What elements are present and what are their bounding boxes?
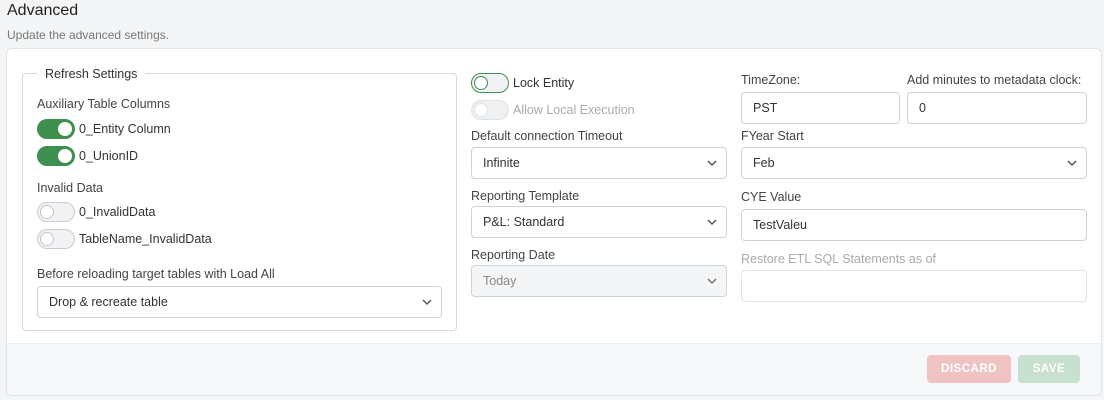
chevron-down-icon: [698, 275, 726, 287]
tablename-invalid-toggle[interactable]: [37, 229, 75, 249]
chevron-down-icon: [698, 216, 726, 228]
minutes-input[interactable]: 0: [907, 92, 1087, 124]
entity-column-toggle[interactable]: [37, 119, 75, 139]
page-title: Advanced: [7, 2, 79, 19]
lock-entity-label: Lock Entity: [513, 76, 575, 90]
settings-card: Refresh Settings Auxiliary Table Columns…: [6, 48, 1102, 396]
union-id-toggle-row[interactable]: 0_UnionID: [37, 146, 138, 166]
invalid-data-toggle-label: 0_InvalidData: [79, 205, 156, 219]
toggle-knob: [474, 76, 488, 90]
invalid-data-toggle[interactable]: [37, 202, 75, 222]
chevron-down-icon: [413, 296, 441, 308]
aux-columns-label: Auxiliary Table Columns: [37, 97, 171, 111]
toggle-knob: [58, 122, 72, 136]
template-select[interactable]: P&L: Standard: [471, 206, 727, 238]
allow-local-toggle: [471, 100, 509, 120]
timezone-value: PST: [753, 101, 778, 115]
template-label: Reporting Template: [471, 189, 580, 203]
card-footer: DISCARD SAVE: [7, 343, 1101, 395]
refresh-settings-legend: Refresh Settings: [37, 67, 146, 81]
union-id-toggle[interactable]: [37, 146, 75, 166]
tablename-invalid-label: TableName_InvalidData: [79, 232, 212, 246]
timeout-select[interactable]: Infinite: [471, 147, 727, 179]
tablename-invalid-toggle-row[interactable]: TableName_InvalidData: [37, 229, 212, 249]
date-select: Today: [471, 265, 727, 297]
cye-value: TestValeu: [753, 218, 807, 232]
restore-label: Restore ETL SQL Statements as of: [741, 252, 936, 266]
cye-input[interactable]: TestValeu: [741, 209, 1087, 241]
chevron-down-icon: [698, 157, 726, 169]
timezone-label: TimeZone:: [741, 73, 801, 87]
toggle-knob: [40, 232, 54, 246]
timezone-input[interactable]: PST: [741, 92, 900, 124]
minutes-value: 0: [919, 101, 926, 115]
allow-local-toggle-row: Allow Local Execution: [471, 100, 635, 120]
reload-label: Before reloading target tables with Load…: [37, 267, 275, 281]
fyear-select-value: Feb: [753, 156, 775, 170]
fyear-select[interactable]: Feb: [741, 147, 1087, 179]
entity-column-toggle-row[interactable]: 0_Entity Column: [37, 119, 171, 139]
invalid-data-toggle-row[interactable]: 0_InvalidData: [37, 202, 155, 222]
toggle-knob: [40, 205, 54, 219]
fyear-label: FYear Start: [741, 129, 804, 143]
discard-button[interactable]: DISCARD: [927, 355, 1011, 383]
lock-entity-toggle[interactable]: [471, 73, 509, 93]
restore-input: [741, 270, 1087, 302]
refresh-settings-group: Refresh Settings Auxiliary Table Columns…: [22, 67, 457, 331]
timeout-label: Default connection Timeout: [471, 129, 623, 143]
date-label: Reporting Date: [471, 248, 556, 262]
reload-select-value: Drop & recreate table: [49, 295, 168, 309]
timeout-select-value: Infinite: [483, 156, 520, 170]
toggle-knob: [474, 103, 488, 117]
template-select-value: P&L: Standard: [483, 215, 565, 229]
reload-select[interactable]: Drop & recreate table: [37, 286, 442, 318]
entity-column-label: 0_Entity Column: [79, 122, 171, 136]
save-button[interactable]: SAVE: [1018, 355, 1080, 383]
chevron-down-icon: [1058, 157, 1086, 169]
invalid-data-label: Invalid Data: [37, 181, 104, 195]
cye-label: CYE Value: [741, 190, 802, 204]
lock-entity-toggle-row[interactable]: Lock Entity: [471, 73, 574, 93]
union-id-label: 0_UnionID: [79, 149, 139, 163]
page-subtitle: Update the advanced settings.: [7, 28, 170, 42]
date-select-value: Today: [483, 274, 517, 288]
minutes-label: Add minutes to metadata clock:: [907, 73, 1082, 87]
toggle-knob: [58, 149, 72, 163]
allow-local-label: Allow Local Execution: [513, 103, 635, 117]
